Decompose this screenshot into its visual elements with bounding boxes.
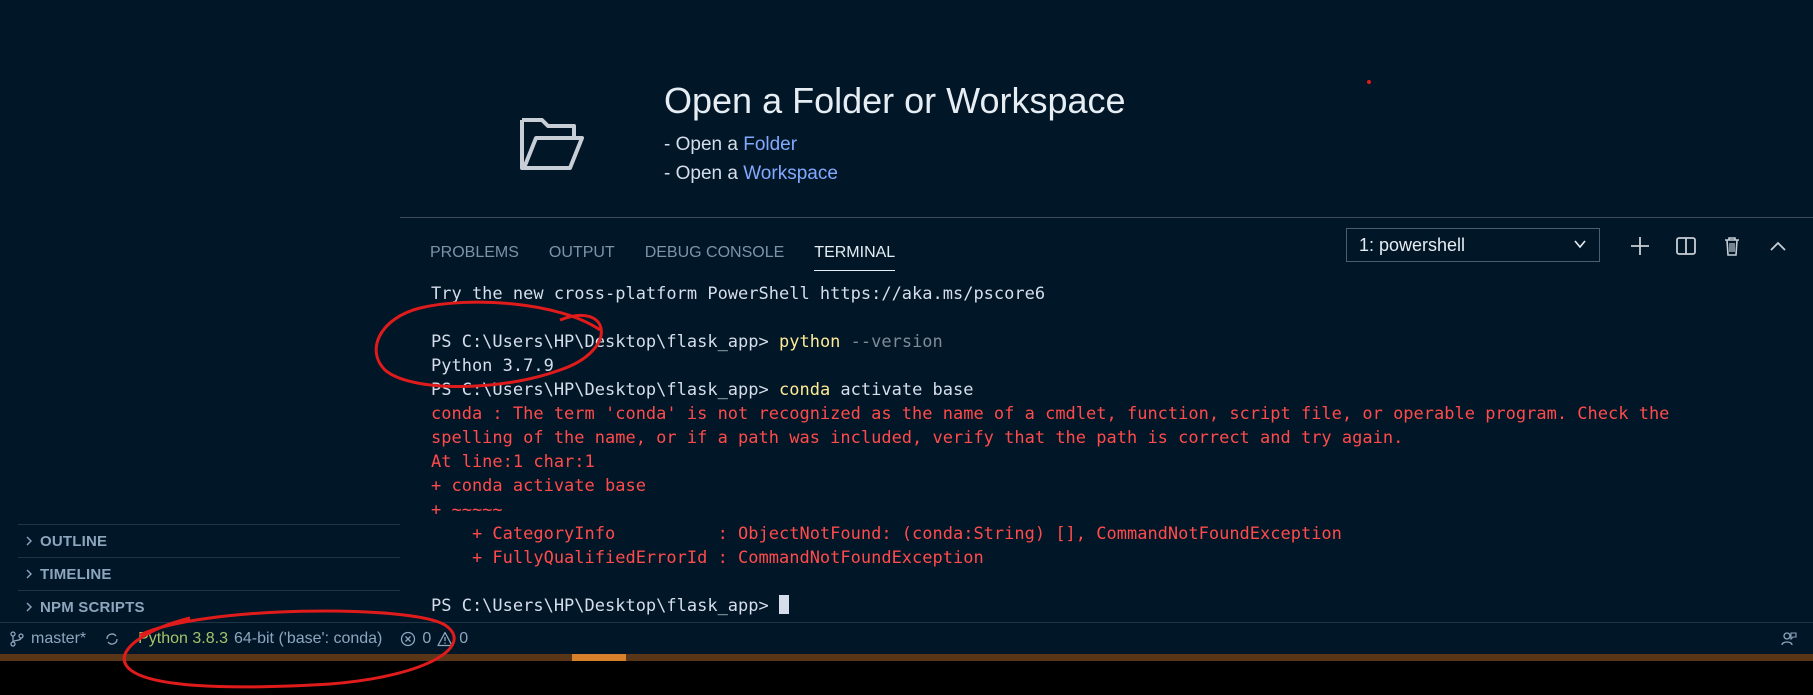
open-folder-link[interactable]: Folder [743, 134, 797, 155]
terminal-prompt: PS C:\Users\HP\Desktop\flask_app> [431, 332, 779, 352]
error-count: 0 [422, 630, 432, 647]
chevron-down-icon [1573, 235, 1587, 256]
terminal-select[interactable]: 1: powershell [1346, 228, 1600, 262]
terminal-error-line: + FullyQualifiedErrorId : CommandNotFoun… [431, 548, 984, 568]
sidebar-section-label: NPM SCRIPTS [40, 598, 145, 616]
panel-tabs: PROBLEMS OUTPUT DEBUG CONSOLE TERMINAL [430, 236, 896, 271]
warning-count: 0 [459, 630, 469, 647]
terminal-error-line: conda : The term 'conda' is not recogniz… [431, 404, 1670, 424]
warning-icon [437, 631, 453, 647]
python-version: Python 3.8.3 [138, 630, 228, 647]
chevron-right-icon [18, 568, 40, 580]
status-branch[interactable]: master* [0, 630, 95, 648]
chevron-right-icon [18, 601, 40, 613]
terminal-command: conda [779, 380, 831, 400]
sidebar-section-outline[interactable]: OUTLINE [18, 524, 400, 557]
open-workspace-line: - Open a Workspace [664, 163, 838, 185]
open-folder-prefix: - Open a [664, 134, 744, 155]
plus-icon [1631, 237, 1649, 255]
trash-icon [1725, 237, 1739, 256]
split-icon [1676, 237, 1696, 255]
sync-icon [106, 633, 118, 645]
terminal-command: python [779, 332, 841, 352]
kill-terminal-button[interactable] [1716, 230, 1748, 262]
terminal-error-line: + conda activate base [431, 476, 646, 496]
terminal-prompt: PS C:\Users\HP\Desktop\flask_app> [431, 380, 779, 400]
terminal-line: PS C:\Users\HP\Desktop\flask_app> conda … [431, 378, 1801, 402]
progress-bar [0, 654, 1813, 661]
terminal-line: PS C:\Users\HP\Desktop\flask_app> [431, 594, 1801, 618]
vscode-window: OUTLINE TIMELINE NPM SCRIPTS Open a Fold… [0, 0, 1813, 695]
chevron-up-icon [1770, 241, 1786, 251]
open-workspace-link[interactable]: Workspace [743, 163, 838, 184]
status-python-interpreter[interactable]: Python 3.8.3 64-bit ('base': conda) [129, 630, 391, 648]
terminal-line: Try the new cross-platform PowerShell ht… [431, 284, 1046, 304]
terminal-error-line: + ~~~~~ [431, 500, 503, 520]
terminal-error-line: + CategoryInfo : ObjectNotFound: (conda:… [431, 524, 1342, 544]
terminal-error-line: At line:1 char:1 [431, 452, 595, 472]
sidebar-section-label: TIMELINE [40, 565, 112, 583]
sidebar-section-label: OUTLINE [40, 532, 108, 550]
status-sync[interactable] [95, 631, 129, 647]
bottom-panel: PROBLEMS OUTPUT DEBUG CONSOLE TERMINAL 1… [400, 217, 1813, 623]
terminal-line: Python 3.7.9 [431, 356, 554, 376]
terminal-error-line: spelling of the name, or if a path was i… [431, 428, 1404, 448]
error-icon [401, 631, 416, 647]
screen-bottom [0, 661, 1813, 695]
tab-output[interactable]: OUTPUT [549, 236, 615, 271]
status-problems[interactable]: 0 0 [391, 630, 477, 648]
progress-indicator [572, 654, 626, 661]
sidebar-section-npm-scripts[interactable]: NPM SCRIPTS [18, 590, 400, 623]
folder-open-icon [518, 112, 586, 174]
panel-actions [1624, 230, 1794, 262]
sidebar-sections: OUTLINE TIMELINE NPM SCRIPTS [18, 524, 400, 623]
python-env: 64-bit ('base': conda) [233, 630, 383, 647]
terminal-command-arg: --version [840, 332, 943, 352]
maximize-panel-button[interactable] [1762, 230, 1794, 262]
open-workspace-prefix: - Open a [664, 163, 744, 184]
status-feedback[interactable] [1772, 631, 1813, 647]
terminal-select-value: 1: powershell [1359, 234, 1466, 255]
terminal-command-arg: activate base [830, 380, 974, 400]
terminal-line: PS C:\Users\HP\Desktop\flask_app> python… [431, 330, 1801, 354]
status-bar: master* Python 3.8.3 64-bit ('base': con… [0, 622, 1813, 655]
tab-problems[interactable]: PROBLEMS [430, 236, 519, 271]
sidebar-section-timeline[interactable]: TIMELINE [18, 557, 400, 590]
chevron-right-icon [18, 535, 40, 547]
terminal-prompt: PS C:\Users\HP\Desktop\flask_app> [431, 596, 779, 616]
split-terminal-button[interactable] [1670, 230, 1702, 262]
welcome-title: Open a Folder or Workspace [664, 80, 1126, 121]
annotation-dot [1367, 80, 1371, 84]
branch-name: master* [31, 630, 87, 647]
new-terminal-button[interactable] [1624, 230, 1656, 262]
terminal-cursor [779, 595, 789, 614]
sidebar: OUTLINE TIMELINE NPM SCRIPTS [0, 0, 400, 622]
tab-terminal[interactable]: TERMINAL [814, 236, 896, 271]
open-folder-line: - Open a Folder [664, 134, 797, 156]
terminal-output[interactable]: Try the new cross-platform PowerShell ht… [431, 282, 1801, 618]
git-branch-icon [10, 631, 24, 647]
feedback-icon [1781, 632, 1797, 646]
tab-debug-console[interactable]: DEBUG CONSOLE [645, 236, 785, 271]
welcome-area: Open a Folder or Workspace - Open a Fold… [400, 0, 1813, 217]
